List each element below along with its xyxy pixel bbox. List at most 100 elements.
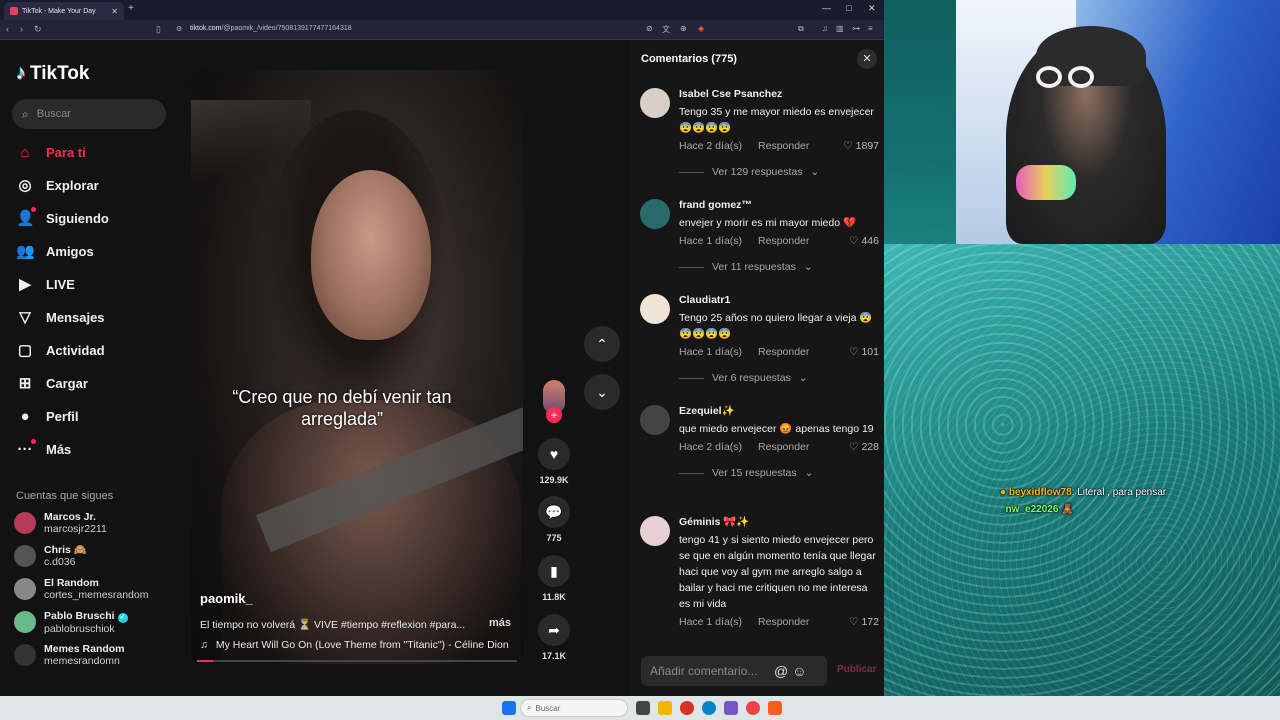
tiktok-logo[interactable]: ♪ TikTok — [16, 62, 89, 85]
video-author[interactable]: paomik_ — [200, 591, 253, 606]
minimize-button[interactable]: — — [822, 3, 831, 13]
zoom-icon[interactable]: ⊕ — [680, 24, 687, 33]
commenter-name[interactable]: Ezequiel✨ — [679, 405, 879, 417]
followed-account[interactable]: Pablo Bruschi ✓ pablobruschiok — [14, 607, 174, 637]
reply-button[interactable]: Responder — [758, 441, 809, 453]
file-explorer-icon[interactable] — [658, 701, 672, 715]
chrome-icon[interactable] — [680, 701, 694, 715]
comment-like-button[interactable]: ♡ 101 — [849, 346, 879, 358]
commenter-name[interactable]: Isabel Cse Psanchez — [679, 88, 879, 100]
mute-icon[interactable]: ⊘ — [646, 24, 653, 33]
view-replies-button[interactable]: Ver 15 respuestas ⌄ — [679, 467, 879, 479]
reply-button[interactable]: Responder — [758, 616, 809, 628]
nav-item-cargar[interactable]: ⊞ Cargar — [16, 370, 166, 396]
followed-account[interactable]: Chris 🙈 c.d036 — [14, 541, 174, 571]
emoji-icon[interactable]: ☺ — [792, 663, 806, 679]
comment-like-button[interactable]: ♡ 228 — [849, 441, 879, 453]
commenter-avatar[interactable] — [640, 88, 670, 118]
comments-close-button[interactable]: ✕ — [857, 49, 877, 69]
nav-item-perfil[interactable]: ● Perfil — [16, 403, 166, 429]
nav-item-mensajes[interactable]: ▽ Mensajes — [16, 304, 166, 330]
nav-item-explorar[interactable]: ◎ Explorar — [16, 172, 166, 198]
view-replies-button[interactable]: Ver 6 respuestas ⌄ — [679, 372, 879, 384]
vpn-icon[interactable]: ⊶ — [852, 24, 860, 33]
comment-input[interactable] — [650, 664, 770, 678]
search-box[interactable]: ⌕ — [12, 99, 166, 129]
reply-button[interactable]: Responder — [758, 140, 809, 152]
view-replies-button[interactable]: Ver 11 respuestas ⌄ — [679, 261, 879, 273]
discord-icon[interactable] — [724, 701, 738, 715]
divider — [679, 171, 704, 173]
playlist-icon[interactable]: ♫ — [822, 24, 828, 33]
comment-like-button[interactable]: ♡ 1897 — [843, 140, 879, 152]
browser-window: TikTok - Make Your Day ✕ + — □ ✕ ‹ › ↻ ▯… — [0, 0, 884, 696]
obs-icon[interactable] — [746, 701, 760, 715]
video-player[interactable] — [191, 70, 523, 664]
comment-input-box[interactable]: @ ☺ — [641, 656, 827, 686]
view-replies-button[interactable]: Ver 129 respuestas ⌄ — [679, 166, 879, 178]
search-input[interactable] — [36, 108, 147, 120]
commenter-avatar[interactable] — [640, 516, 670, 546]
url-field[interactable]: tiktok.com/@paomik_/video/75081391774771… — [190, 25, 352, 32]
reload-icon[interactable]: ↻ — [34, 24, 42, 35]
publish-button[interactable]: Publicar — [837, 664, 876, 675]
browser-tab[interactable]: TikTok - Make Your Day ✕ — [4, 2, 124, 20]
brave-icon[interactable] — [768, 701, 782, 715]
reply-button[interactable]: Responder — [758, 235, 809, 247]
share-count: 17.1K — [541, 651, 567, 661]
followed-account[interactable]: Memes Random memesrandomn — [14, 640, 174, 670]
bookmark-icon[interactable]: ▯ — [156, 24, 161, 35]
comment-like-count: 101 — [861, 346, 879, 358]
video-person-face — [311, 170, 431, 340]
chevron-down-icon: ⌄ — [810, 166, 820, 178]
video-music[interactable]: ♫ My Heart Will Go On (Love Theme from "… — [200, 639, 514, 651]
next-video-chevron-down-icon[interactable]: ⌄ — [584, 374, 620, 410]
nav-item-live[interactable]: ▶ LIVE — [16, 271, 166, 297]
taskbar-search[interactable]: ⌕ Buscar — [520, 699, 628, 717]
commenter-name[interactable]: Claudiatr1 — [679, 294, 879, 306]
followed-account[interactable]: Marcos Jr. marcosjr2211 — [14, 508, 174, 538]
task-view-icon[interactable] — [636, 701, 650, 715]
bookmark-save-icon[interactable]: ▮ — [538, 555, 570, 587]
comment-like-button[interactable]: ♡ 446 — [849, 235, 879, 247]
comment-text: Tengo 25 años no quiero llegar a vieja 😨… — [679, 312, 873, 340]
edge-icon[interactable] — [702, 701, 716, 715]
new-tab-button[interactable]: + — [128, 3, 134, 14]
follow-plus-icon[interactable]: + — [546, 407, 562, 423]
nav-item-actividad[interactable]: ▢ Actividad — [16, 337, 166, 363]
brave-shield-icon[interactable]: ◈ — [698, 24, 704, 33]
comment-icon[interactable]: 💬 — [538, 496, 570, 528]
start-icon[interactable] — [502, 701, 516, 715]
menu-icon[interactable]: ≡ — [868, 24, 873, 33]
comment-like-button[interactable]: ♡ 172 — [849, 616, 879, 628]
sidebar-toggle-icon[interactable]: ▥ — [836, 24, 844, 33]
video-progress-bar[interactable] — [197, 660, 517, 662]
maximize-button[interactable]: □ — [846, 3, 851, 13]
nav-item-label: Siguiendo — [46, 210, 109, 226]
previous-video-chevron-up-icon[interactable]: ⌃ — [584, 326, 620, 362]
back-icon[interactable]: ‹ — [6, 24, 9, 34]
taskbar: ⌕ Buscar — [0, 696, 1280, 720]
commenter-avatar[interactable] — [640, 294, 670, 324]
commenter-name[interactable]: Géminis 🎀✨ — [679, 516, 879, 528]
share-icon[interactable]: ➦ — [538, 614, 570, 646]
nav-item-para-ti[interactable]: ⌂ Para ti — [16, 139, 166, 165]
site-info-icon[interactable]: ⚙ — [176, 25, 182, 33]
translate-icon[interactable]: 文 — [662, 24, 670, 35]
forward-icon[interactable]: › — [20, 24, 23, 34]
extensions-icon[interactable]: ⧉ — [798, 24, 804, 34]
nav-item-siguiendo[interactable]: 👤 Siguiendo — [16, 205, 166, 231]
activity-icon: ▢ — [17, 342, 33, 359]
nav-item-más[interactable]: ··· Más — [16, 436, 166, 462]
window-close-button[interactable]: ✕ — [868, 3, 876, 14]
commenter-avatar[interactable] — [640, 405, 670, 435]
tab-close-icon[interactable]: ✕ — [111, 7, 118, 16]
followed-account[interactable]: El Random cortes_memesrandom — [14, 574, 174, 604]
heart-icon[interactable]: ♥ — [538, 438, 570, 470]
commenter-name[interactable]: frand gomez™ — [679, 199, 879, 211]
more-link[interactable]: más — [489, 617, 511, 629]
nav-item-amigos[interactable]: 👥 Amigos — [16, 238, 166, 264]
commenter-avatar[interactable] — [640, 199, 670, 229]
reply-button[interactable]: Responder — [758, 346, 809, 358]
mention-icon[interactable]: @ — [774, 663, 788, 679]
